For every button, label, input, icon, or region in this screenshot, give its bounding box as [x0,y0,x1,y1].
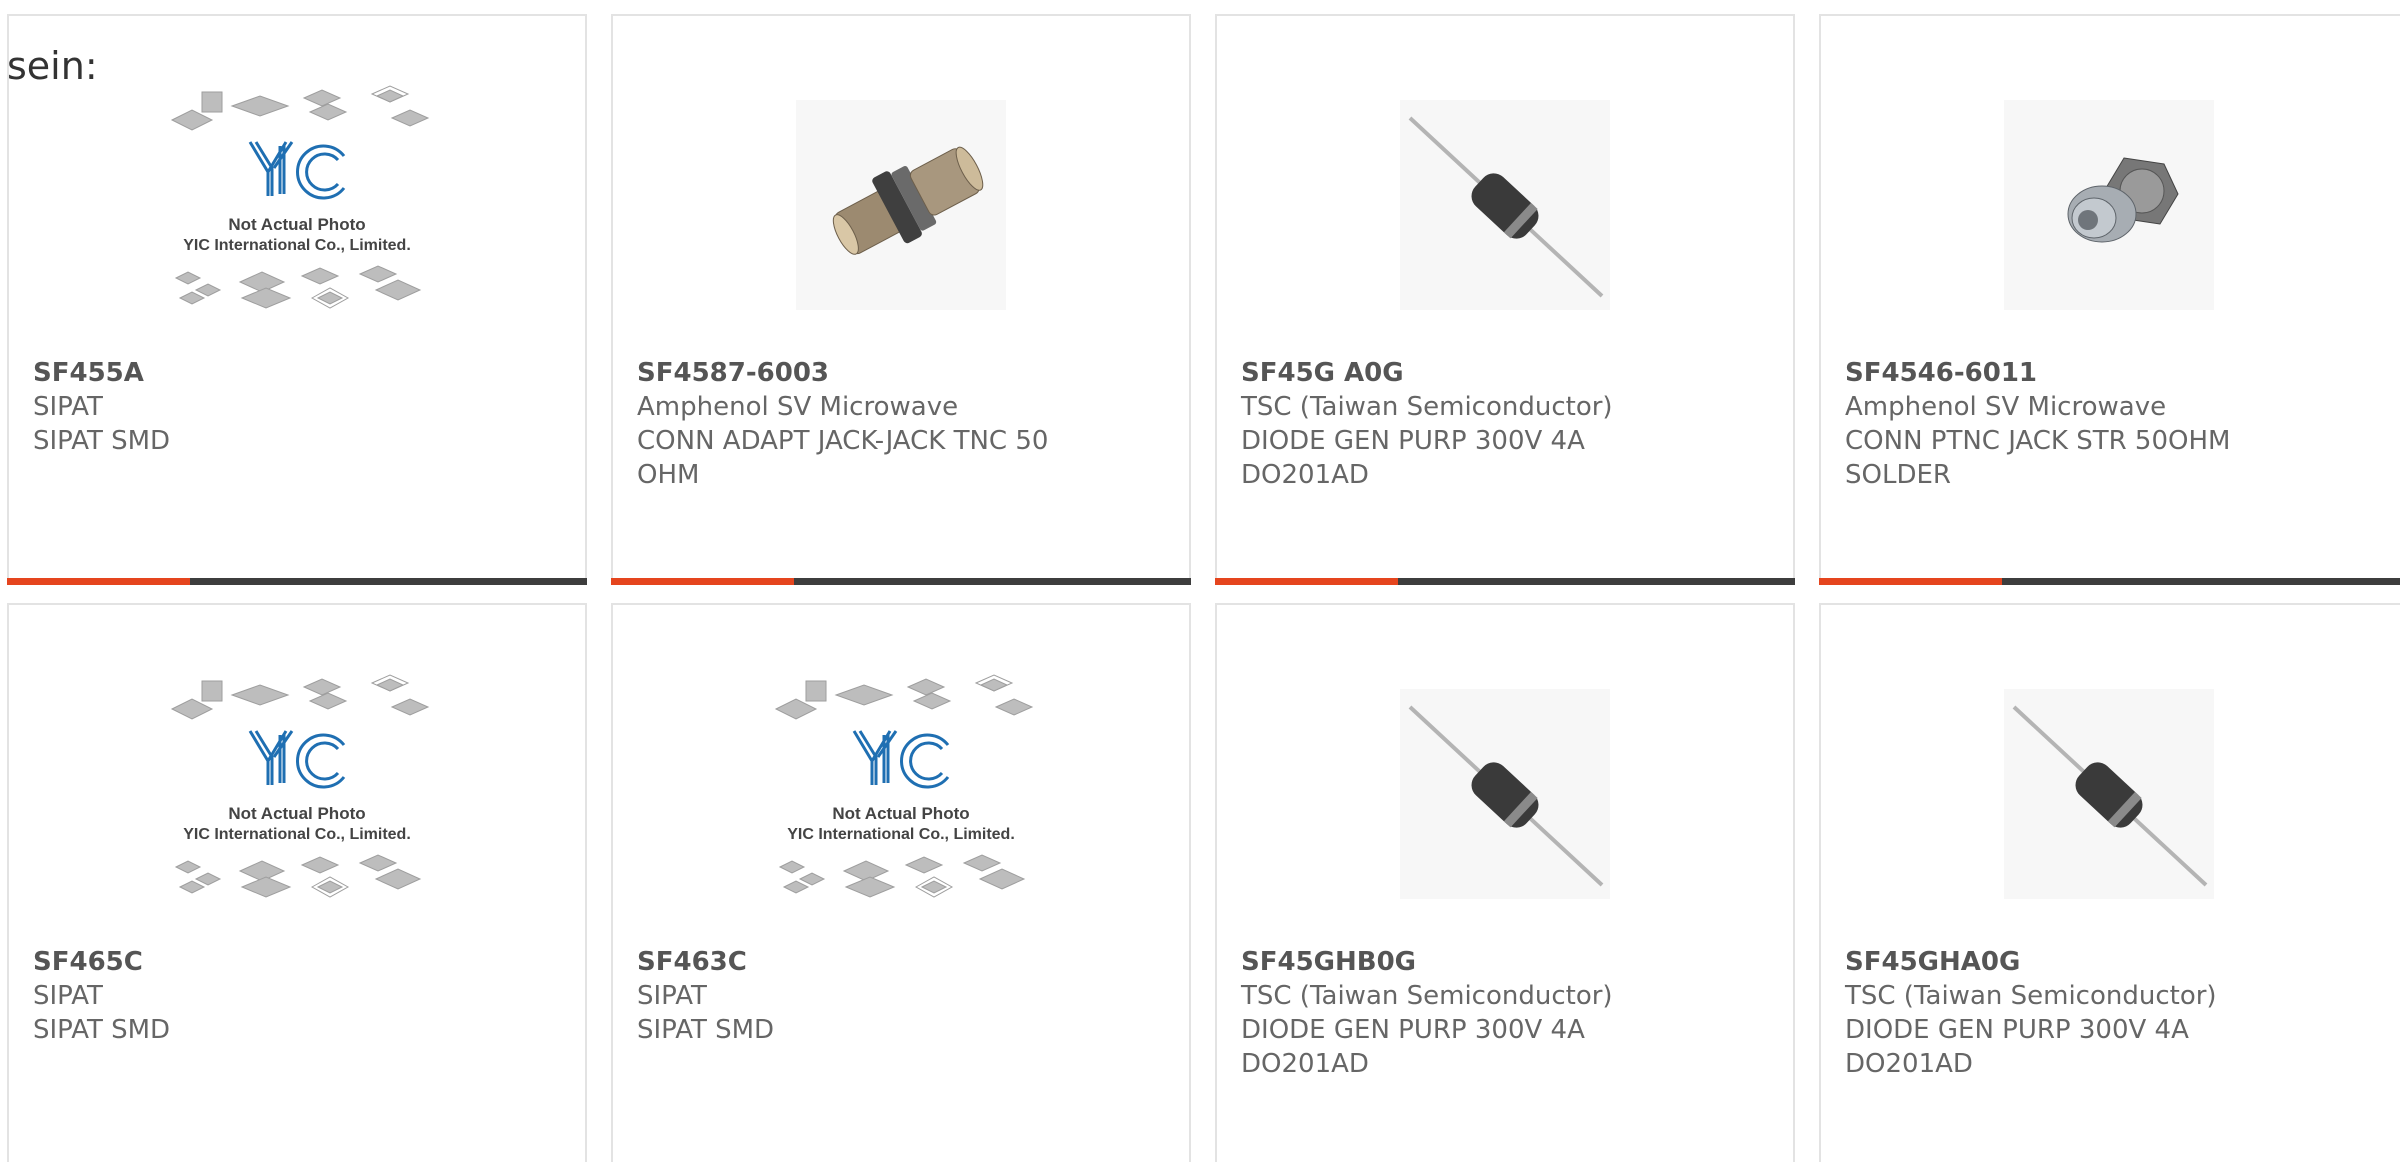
description: CONN ADAPT JACK-JACK TNC 50 OHM [637,426,1049,490]
description: SIPAT SMD [33,426,171,456]
part-number[interactable]: SF45G A0G [1241,356,1681,390]
axial-diode-icon [1400,100,1610,310]
part-number[interactable]: SF45GHA0G [1845,945,2285,979]
svg-text:Not Actual Photo: Not Actual Photo [228,215,365,234]
manufacturer: Amphenol SV Microwave [1845,392,2167,422]
product-info: SF45G A0G TSC (Taiwan Semiconductor) DIO… [1241,356,1681,492]
product-info: SF4587-6003 Amphenol SV Microwave CONN A… [637,356,1077,492]
product-image[interactable] [1370,84,1640,324]
placeholder-photo-icon: Not Actual Photo YIC International Co., … [170,85,430,309]
product-card[interactable]: SF4587-6003 Amphenol SV Microwave CONN A… [611,14,1191,585]
card-bottom-bar [1819,578,2400,585]
product-card[interactable]: SF45G A0G TSC (Taiwan Semiconductor) DIO… [1215,14,1795,585]
product-image[interactable]: Not Actual Photo YIC International Co., … [162,84,432,324]
product-image[interactable] [1370,673,1640,913]
card-bottom-bar [1215,578,1795,585]
product-image[interactable] [766,84,1036,324]
card-bottom-bar [611,578,1191,585]
product-image[interactable] [1974,673,2244,913]
product-image[interactable] [1974,84,2244,324]
product-image[interactable]: Not Actual Photo YIC International Co., … [766,673,1036,913]
card-accent [1215,578,1398,585]
description: DIODE GEN PURP 300V 4A DO201AD [1241,426,1585,490]
placeholder-photo-icon: Not Actual Photo YIC International Co., … [774,674,1034,898]
axial-diode-icon [1400,689,1610,899]
stray-text: sein: [7,44,98,88]
description: DIODE GEN PURP 300V 4A DO201AD [1241,1015,1585,1079]
part-number[interactable]: SF455A [33,356,473,390]
manufacturer: SIPAT [33,981,103,1011]
svg-text:Not Actual Photo: Not Actual Photo [832,804,969,823]
manufacturer: TSC (Taiwan Semiconductor) [1845,981,2217,1011]
product-info: SF455A SIPAT SIPAT SMD [33,356,473,458]
part-number[interactable]: SF4587-6003 [637,356,1077,390]
axial-diode-icon [2004,689,2214,899]
tnc-adapter-icon [796,100,1006,310]
card-accent [1819,578,2002,585]
svg-text:Not Actual Photo: Not Actual Photo [228,804,365,823]
product-card[interactable]: Not Actual Photo YIC International Co., … [7,14,587,585]
product-info: SF45GHA0G TSC (Taiwan Semiconductor) DIO… [1845,945,2285,1081]
product-card[interactable]: Not Actual Photo YIC International Co., … [611,603,1191,1162]
part-number[interactable]: SF465C [33,945,473,979]
product-card[interactable]: SF4546-6011 Amphenol SV Microwave CONN P… [1819,14,2400,585]
svg-text:YIC International Co., Limited: YIC International Co., Limited. [183,826,411,843]
manufacturer: TSC (Taiwan Semiconductor) [1241,392,1613,422]
card-accent [7,578,190,585]
product-info: SF463C SIPAT SIPAT SMD [637,945,1077,1047]
description: CONN PTNC JACK STR 50OHM SOLDER [1845,426,2231,490]
manufacturer: SIPAT [637,981,707,1011]
part-number[interactable]: SF463C [637,945,1077,979]
manufacturer: TSC (Taiwan Semiconductor) [1241,981,1613,1011]
product-image[interactable]: Not Actual Photo YIC International Co., … [162,673,432,913]
manufacturer: SIPAT [33,392,103,422]
placeholder-photo-icon: Not Actual Photo YIC International Co., … [170,674,430,898]
description: SIPAT SMD [637,1015,775,1045]
svg-text:YIC International Co., Limited: YIC International Co., Limited. [787,826,1015,843]
card-bottom-bar [7,578,587,585]
svg-text:YIC International Co., Limited: YIC International Co., Limited. [183,237,411,254]
product-card[interactable]: Not Actual Photo YIC International Co., … [7,603,587,1162]
product-grid: sein: Not Actual Photo YIC International… [0,0,2400,1162]
product-info: SF4546-6011 Amphenol SV Microwave CONN P… [1845,356,2285,492]
manufacturer: Amphenol SV Microwave [637,392,959,422]
product-card[interactable]: SF45GHB0G TSC (Taiwan Semiconductor) DIO… [1215,603,1795,1162]
product-info: SF465C SIPAT SIPAT SMD [33,945,473,1047]
product-card[interactable]: SF45GHA0G TSC (Taiwan Semiconductor) DIO… [1819,603,2400,1162]
part-number[interactable]: SF4546-6011 [1845,356,2285,390]
product-info: SF45GHB0G TSC (Taiwan Semiconductor) DIO… [1241,945,1681,1081]
description: DIODE GEN PURP 300V 4A DO201AD [1845,1015,2189,1079]
description: SIPAT SMD [33,1015,171,1045]
part-number[interactable]: SF45GHB0G [1241,945,1681,979]
ptnc-jack-icon [2004,100,2214,310]
card-accent [611,578,794,585]
